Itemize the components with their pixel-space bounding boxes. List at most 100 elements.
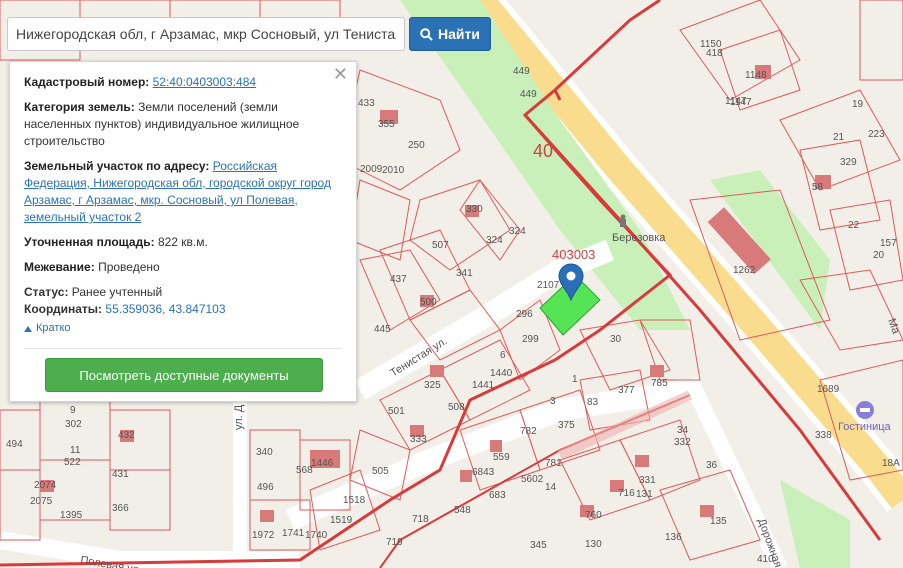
parcel-number-label: 355 bbox=[378, 119, 395, 130]
parcel-number-label: 449 bbox=[513, 66, 530, 77]
parcel-number-label: 157 bbox=[880, 238, 897, 249]
status-row: Статус: Ранее учтенный bbox=[24, 284, 342, 301]
parcel-number-label: 494 bbox=[6, 439, 23, 450]
parcel-number-label: 410 bbox=[757, 554, 774, 565]
parcel-number-label: 3 bbox=[550, 396, 556, 407]
place-label-hotel: Гостиница bbox=[838, 421, 892, 433]
place-label-berezovka: Березовка bbox=[612, 232, 666, 244]
parcel-number-label: 331 bbox=[639, 475, 656, 486]
street-label-d: ул. Д bbox=[233, 404, 245, 430]
parcel-number-label: 432 bbox=[118, 430, 135, 441]
parcel-number-label: 296 bbox=[516, 309, 533, 320]
parcel-number-label: 223 bbox=[868, 129, 885, 140]
cadastral-link[interactable]: 52:40:0403003:484 bbox=[153, 75, 256, 89]
address-row: Земельный участок по адресу: Российская … bbox=[24, 158, 342, 226]
parcel-number-label: 1518 bbox=[343, 495, 366, 506]
coords-label: Координаты: bbox=[24, 302, 103, 316]
parcel-number-label: 329 bbox=[840, 157, 857, 168]
parcel-number-label: 341 bbox=[456, 268, 473, 279]
parcel-number-label: 377 bbox=[618, 385, 635, 396]
parcel-number-label: 1741 bbox=[282, 528, 305, 539]
parcel-number-label: 1440 bbox=[490, 368, 513, 379]
parcel-number-label: 22 bbox=[848, 220, 860, 231]
parcel-number-label: 507 bbox=[432, 240, 449, 251]
parcel-number-label: 58 bbox=[812, 182, 824, 193]
parcel-number-label: 1148 bbox=[745, 70, 767, 81]
parcel-number-label: 1262 bbox=[733, 265, 756, 276]
village-icon bbox=[620, 214, 626, 227]
parcel-number-label: 345 bbox=[530, 540, 547, 551]
survey-label: Межевание: bbox=[24, 260, 95, 274]
brief-toggle[interactable]: Кратко bbox=[24, 320, 342, 337]
parcel-number-label: 1689 bbox=[817, 384, 840, 395]
divider bbox=[24, 348, 342, 349]
parcel-number-label: 332 bbox=[674, 437, 691, 448]
parcel-number-label: 719 bbox=[386, 537, 403, 548]
parcel-number-label: 2075 bbox=[30, 496, 53, 507]
parcel-number-label: 559 bbox=[493, 452, 510, 463]
parcel-info-panel: ✕ Кадастровый номер: 52:40:0403003:484 К… bbox=[9, 61, 357, 402]
parcel-number-label: 1147 bbox=[725, 96, 747, 107]
parcel-number-label: 131 bbox=[636, 489, 653, 500]
parcel-number-label: 760 bbox=[585, 510, 602, 521]
category-label: Категория земель: bbox=[24, 100, 135, 114]
parcel-number-label: 366 bbox=[112, 503, 129, 514]
area-row: Уточненная площадь: 822 кв.м. bbox=[24, 234, 342, 251]
parcel-number-label: 1395 bbox=[60, 510, 83, 521]
parcel-number-label: 1 bbox=[572, 374, 578, 385]
area-value: 822 кв.м. bbox=[157, 235, 208, 249]
parcel-number-label: 135 bbox=[710, 516, 727, 527]
parcel-number-label: 1150 bbox=[700, 39, 722, 50]
parcel-number-label: 333 bbox=[410, 434, 427, 445]
parcel-number-label: 14 bbox=[545, 482, 557, 493]
coords-link[interactable]: 55.359036, 43.847103 bbox=[105, 302, 225, 316]
survey-value: Проведено bbox=[98, 260, 160, 274]
parcel-number-label: 36 bbox=[706, 460, 718, 471]
parcel-number-label: 2074 bbox=[34, 480, 57, 491]
parcel-number-label: 6 bbox=[500, 350, 506, 361]
parcel-number-label: 20 bbox=[873, 250, 885, 261]
parcel-number-label: 437 bbox=[390, 274, 407, 285]
parcel-number-label: 340 bbox=[256, 447, 273, 458]
parcel-number-label: 1740 bbox=[305, 530, 328, 541]
parcel-number-label: 781 bbox=[545, 458, 562, 469]
parcel-number-label: 34 bbox=[677, 425, 689, 436]
cadastral-row: Кадастровый номер: 52:40:0403003:484 bbox=[24, 74, 342, 91]
search-button[interactable]: Найти bbox=[409, 17, 491, 51]
parcel-number-label: 130 bbox=[585, 539, 602, 550]
parcel-number-label: 718 bbox=[412, 514, 429, 525]
parcel-number-label: 508 bbox=[448, 402, 465, 413]
parcel-number-label: 500 bbox=[420, 297, 437, 308]
parcel-number-label: 445 bbox=[374, 324, 391, 335]
parcel-number-label: 2107 bbox=[537, 280, 560, 291]
parcel-number-label: 431 bbox=[112, 469, 129, 480]
parcel-number-label: 496 bbox=[257, 482, 274, 493]
survey-row: Межевание: Проведено bbox=[24, 259, 342, 276]
search-input[interactable] bbox=[8, 18, 404, 50]
parcel-number-label: 330 bbox=[466, 204, 483, 215]
brief-label: Кратко bbox=[36, 322, 71, 334]
search-button-label: Найти bbox=[438, 26, 480, 42]
cadastral-label: Кадастровый номер: bbox=[24, 75, 150, 89]
parcel-number-label: 501 bbox=[388, 406, 405, 417]
parcel-number-label: 1446 bbox=[311, 458, 334, 469]
parcel-number-label: 5602 bbox=[521, 474, 544, 485]
parcel-number-label: 2010 bbox=[382, 165, 405, 176]
parcel-number-label: 449 bbox=[520, 89, 537, 100]
close-icon[interactable]: ✕ bbox=[333, 65, 348, 83]
parcel-number-label: 785 bbox=[651, 378, 668, 389]
parcel-number-label: 338 bbox=[815, 430, 832, 441]
parcel-number-label: 782 bbox=[520, 426, 537, 437]
caret-up-icon bbox=[24, 325, 32, 332]
search-icon bbox=[420, 27, 433, 41]
view-documents-button[interactable]: Посмотреть доступные документы bbox=[45, 358, 323, 392]
parcel-number-label: 83 bbox=[587, 397, 599, 408]
parcel-number-label: 2009 bbox=[360, 164, 383, 175]
quarter-label-403003: 403003 bbox=[552, 247, 595, 262]
parcel-number-label: 683 bbox=[489, 490, 506, 501]
parcel-number-label: 1441 bbox=[472, 380, 495, 391]
parcel-number-label: 19 bbox=[852, 99, 864, 110]
parcel-number-label: 302 bbox=[65, 419, 82, 430]
parcel-number-label: 30 bbox=[610, 334, 622, 345]
parcel-number-label: 324 bbox=[486, 235, 503, 246]
